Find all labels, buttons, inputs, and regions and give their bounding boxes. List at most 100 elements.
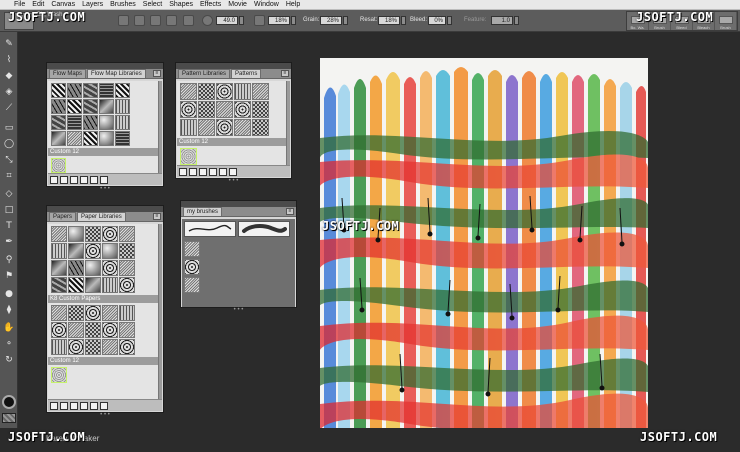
tab-flow-map-libraries[interactable]: Flow Map Libraries — [87, 69, 146, 78]
library-icon[interactable] — [50, 175, 58, 184]
paper-swatch[interactable] — [51, 226, 67, 242]
mirror-icon[interactable]: ⧫ — [3, 304, 15, 316]
reset-tool-icon[interactable] — [183, 15, 194, 26]
paper-swatch[interactable] — [119, 277, 135, 293]
tab-flow-maps[interactable]: Flow Maps — [49, 69, 87, 78]
options-icon[interactable] — [100, 175, 108, 184]
flow-map-swatch[interactable] — [67, 131, 82, 146]
panel-menu-icon[interactable]: ≡ — [153, 213, 161, 220]
bleed-field[interactable]: 0% — [428, 16, 446, 25]
pattern-swatch[interactable] — [198, 83, 215, 100]
pattern-swatch[interactable] — [180, 83, 197, 100]
delete-icon[interactable] — [90, 401, 98, 410]
paper-swatch[interactable] — [102, 260, 118, 276]
rotate-icon[interactable]: ↻ — [3, 354, 15, 366]
stroke-mode-icon[interactable] — [134, 15, 145, 26]
selected-paper-swatch[interactable] — [51, 367, 67, 383]
pattern-swatch[interactable] — [252, 101, 269, 118]
flow-map-swatch[interactable] — [83, 99, 98, 114]
pattern-swatch[interactable] — [180, 119, 197, 136]
brush-preset-swatch[interactable] — [184, 259, 200, 275]
pattern-swatch[interactable] — [198, 119, 215, 136]
paper-swatch[interactable] — [85, 243, 101, 259]
pattern-swatch[interactable] — [180, 101, 197, 118]
brush-preset-swatch[interactable] — [184, 277, 200, 293]
resat-field[interactable]: 18% — [378, 16, 400, 25]
paper-swatch[interactable] — [51, 305, 67, 321]
brush-icon[interactable]: ⌇ — [3, 54, 15, 66]
paper-swatch[interactable] — [102, 226, 118, 242]
flow-map-swatch[interactable] — [67, 115, 82, 130]
paper-swatch[interactable] — [119, 305, 135, 321]
flow-map-swatch[interactable] — [67, 83, 82, 98]
feature-stepper[interactable] — [514, 16, 519, 25]
panel-resize-grip[interactable]: • • • — [47, 412, 163, 418]
panel-scrollbar[interactable] — [158, 81, 162, 174]
pattern-swatch[interactable] — [216, 83, 233, 100]
tab-my-brushes[interactable]: my brushes — [183, 207, 223, 216]
menu-canvas[interactable]: Canvas — [51, 0, 75, 10]
flow-map-swatch[interactable] — [51, 115, 66, 130]
brush-options-icon[interactable] — [150, 15, 161, 26]
opacity-stepper[interactable] — [291, 16, 296, 25]
pattern-swatch[interactable] — [252, 119, 269, 136]
paper-swatch[interactable] — [119, 322, 135, 338]
library-icon[interactable] — [179, 167, 187, 176]
menu-layers[interactable]: Layers — [82, 0, 103, 10]
paper-swatch[interactable] — [102, 243, 118, 259]
tab-patterns[interactable]: Patterns — [231, 69, 262, 78]
paper-swatch[interactable] — [51, 260, 67, 276]
opacity-field[interactable]: 18% — [268, 16, 290, 25]
brush-tool-icon[interactable] — [118, 15, 129, 26]
crop-icon[interactable]: ⌗ — [3, 170, 15, 182]
delete-icon[interactable] — [219, 167, 227, 176]
feature-field[interactable]: 1.0 — [491, 16, 513, 25]
paper-swatch[interactable] — [68, 305, 84, 321]
flow-map-swatch[interactable] — [83, 131, 98, 146]
flow-map-swatch[interactable] — [115, 99, 130, 114]
menu-file[interactable]: File — [14, 0, 25, 10]
pattern-swatch[interactable] — [198, 101, 215, 118]
bleed-stepper[interactable] — [447, 16, 452, 25]
library-section-header[interactable]: Custom 12 — [48, 148, 162, 156]
paper-swatch[interactable] — [119, 339, 135, 355]
import-icon[interactable] — [60, 401, 68, 410]
flow-map-swatch[interactable] — [51, 131, 66, 146]
paper-swatch[interactable] — [68, 243, 84, 259]
menu-effects[interactable]: Effects — [200, 0, 221, 10]
panel-menu-icon[interactable]: ≡ — [286, 208, 294, 215]
panel-scrollbar[interactable] — [286, 81, 290, 166]
paper-swatch[interactable] — [51, 322, 67, 338]
pencil-icon[interactable]: ✎ — [3, 38, 15, 50]
size-field[interactable]: 49.0 — [216, 16, 238, 25]
paper-swatch[interactable] — [85, 226, 101, 242]
paper-swatch[interactable] — [85, 260, 101, 276]
import-icon[interactable] — [60, 175, 68, 184]
flow-map-swatch[interactable] — [83, 83, 98, 98]
shape-icon[interactable]: ◇ — [3, 188, 15, 200]
paper-swatch[interactable] — [119, 260, 135, 276]
menu-edit[interactable]: Edit — [32, 0, 44, 10]
magnifier-icon[interactable]: ⚬ — [3, 338, 15, 350]
pen-icon[interactable]: ✒ — [3, 236, 15, 248]
paper-swatch[interactable] — [68, 226, 84, 242]
export-icon[interactable] — [199, 167, 207, 176]
flow-map-swatch[interactable] — [115, 115, 130, 130]
stroke-type-icon[interactable] — [166, 15, 177, 26]
flow-map-swatch[interactable] — [115, 83, 130, 98]
brush-preset-stroke[interactable] — [238, 221, 290, 237]
paper-swatch[interactable] — [2, 413, 16, 423]
pattern-swatch[interactable] — [252, 83, 269, 100]
import-icon[interactable] — [189, 167, 197, 176]
paper-swatch[interactable] — [85, 339, 101, 355]
library-section-header[interactable]: K8 Custom Papers — [48, 295, 162, 303]
selected-pattern-swatch[interactable] — [180, 148, 197, 165]
grain-stepper[interactable] — [343, 16, 348, 25]
text-icon[interactable]: T — [3, 220, 15, 232]
panel-scrollbar[interactable] — [158, 224, 162, 400]
tab-paper-libraries[interactable]: Paper Libraries — [77, 212, 126, 221]
pattern-swatch[interactable] — [216, 101, 233, 118]
paper-swatch[interactable] — [102, 277, 118, 293]
paper-swatch[interactable] — [51, 243, 67, 259]
pattern-swatch[interactable] — [234, 101, 251, 118]
